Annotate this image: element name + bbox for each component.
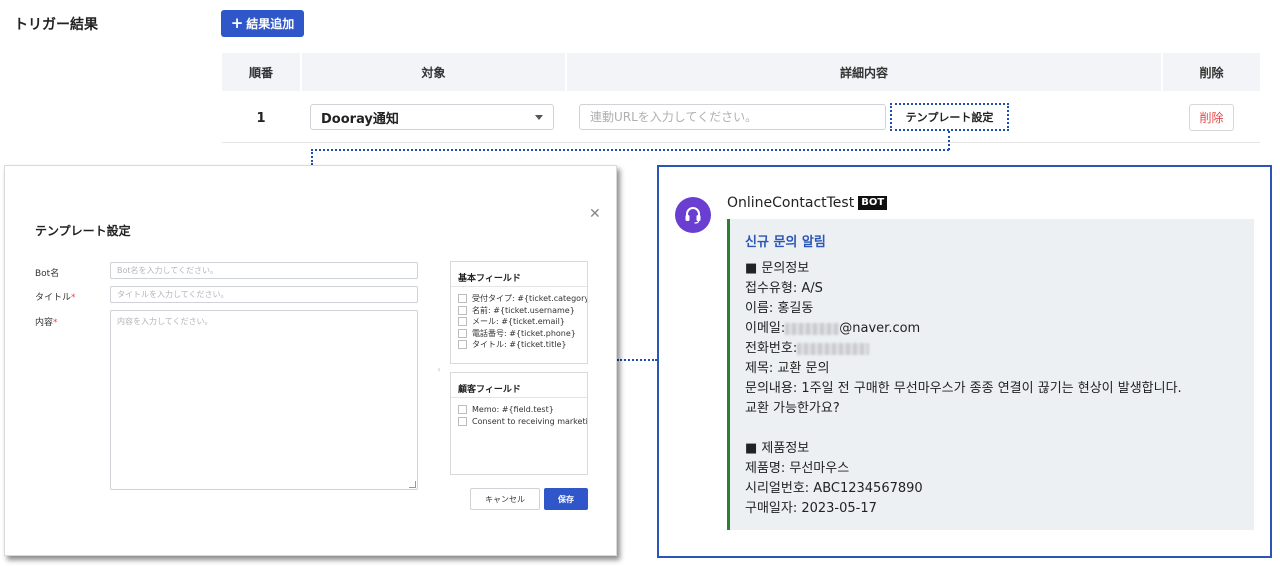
content-textarea[interactable] bbox=[110, 310, 418, 490]
plus-icon: + bbox=[230, 14, 244, 32]
title-label: タイトル* bbox=[35, 293, 76, 303]
header-order: 順番 bbox=[222, 53, 300, 91]
add-result-button[interactable]: + 結果追加 bbox=[221, 10, 304, 37]
message-body: ■ 문의정보 접수유형: A/S 이름: 홍길동 이메일: @naver.com… bbox=[745, 259, 1250, 519]
bot-name-input[interactable] bbox=[110, 262, 418, 279]
checkbox[interactable] bbox=[458, 416, 467, 426]
checkbox[interactable] bbox=[458, 340, 467, 350]
customer-fields-title: 顧客フィールド bbox=[458, 385, 521, 395]
checkbox[interactable] bbox=[458, 328, 467, 338]
email-line: 이메일: @naver.com bbox=[745, 321, 921, 336]
customer-fields-panel: 顧客フィールド Memo: #{field.test} Consent to r… bbox=[450, 372, 588, 475]
headset-icon bbox=[685, 207, 701, 224]
avatar bbox=[675, 197, 711, 233]
section-heading: ■ 제품정보 bbox=[745, 441, 810, 456]
basic-field-item[interactable]: タイトル: #{ticket.title} bbox=[458, 339, 587, 351]
content-line: 문의내용: 1주일 전 구매한 무선마우스가 종종 연결이 끊기는 현상이 발생… bbox=[745, 381, 1182, 396]
basic-field-item[interactable]: 名前: #{ticket.username} bbox=[458, 305, 587, 317]
customer-field-item[interactable]: Memo: #{field.test} bbox=[458, 404, 587, 416]
section-heading: ■ 문의정보 bbox=[745, 261, 810, 276]
save-button[interactable]: 保存 bbox=[544, 488, 588, 510]
connector-line bbox=[948, 131, 950, 150]
message-card: 신규 문의 알림 ■ 문의정보 접수유형: A/S 이름: 홍길동 이메일: @… bbox=[727, 219, 1254, 530]
target-select-value: Dooray通知 bbox=[321, 111, 399, 127]
redacted-blur bbox=[797, 343, 870, 355]
connector-line bbox=[311, 149, 949, 151]
checkbox[interactable] bbox=[458, 294, 467, 304]
basic-field-item[interactable]: 電話番号: #{ticket.phone} bbox=[458, 328, 587, 340]
content-line: 교환 가능한가요? bbox=[745, 401, 840, 416]
header-delete: 削除 bbox=[1163, 53, 1260, 91]
chevron-down-icon bbox=[535, 115, 543, 120]
date-line: 구매일자: 2023-05-17 bbox=[745, 501, 877, 516]
close-icon[interactable]: ✕ bbox=[589, 207, 601, 221]
content-label: 内容* bbox=[35, 318, 58, 328]
message-title: 신규 문의 알림 bbox=[745, 235, 826, 250]
divider bbox=[451, 397, 587, 398]
template-settings-modal: テンプレート設定 ✕ Bot名 タイトル* 内容* 基本フィールド 受付タイプ:… bbox=[4, 165, 617, 556]
row-number: 1 bbox=[256, 110, 266, 126]
basic-fields-panel: 基本フィールド 受付タイプ: #{ticket.category} 名前: #{… bbox=[450, 261, 588, 364]
phone-line: 전화번호: bbox=[745, 339, 1250, 359]
message-preview: OnlineContactTest BOT 신규 문의 알림 ■ 문의정보 접수… bbox=[657, 165, 1272, 558]
connector-line bbox=[311, 149, 313, 165]
resize-handle-icon[interactable] bbox=[409, 481, 416, 488]
table-header: 順番 対象 詳細内容 削除 bbox=[222, 53, 1260, 91]
chevron-left-icon[interactable]: ‹ bbox=[434, 363, 444, 375]
template-settings-button[interactable]: テンプレート設定 bbox=[890, 103, 1009, 131]
divider bbox=[451, 286, 587, 287]
customer-field-item[interactable]: Consent to receiving marketing bbox=[458, 416, 587, 428]
basic-fields-title: 基本フィールド bbox=[458, 274, 521, 284]
checkbox[interactable] bbox=[458, 305, 467, 315]
modal-title: テンプレート設定 bbox=[35, 224, 131, 238]
add-result-label: 結果追加 bbox=[246, 17, 295, 31]
checkbox[interactable] bbox=[458, 317, 467, 327]
url-input[interactable] bbox=[579, 104, 886, 130]
name-line: 이름: 홍길동 bbox=[745, 301, 814, 316]
subject-line: 제목: 교환 문의 bbox=[745, 361, 830, 376]
section-title: トリガー結果 bbox=[14, 17, 98, 33]
title-input[interactable] bbox=[110, 286, 418, 303]
connector-line bbox=[617, 359, 657, 361]
target-select[interactable]: Dooray通知 bbox=[310, 104, 554, 130]
bot-badge: BOT bbox=[858, 196, 888, 210]
delete-button[interactable]: 削除 bbox=[1189, 104, 1234, 131]
header-target: 対象 bbox=[302, 53, 565, 91]
bot-name-label: Bot名 bbox=[35, 269, 60, 279]
basic-field-item[interactable]: 受付タイプ: #{ticket.category} bbox=[458, 293, 587, 305]
header-details: 詳細内容 bbox=[567, 53, 1161, 91]
checkbox[interactable] bbox=[458, 405, 467, 415]
serial-line: 시리얼번호: ABC1234567890 bbox=[745, 481, 923, 496]
sender-name: OnlineContactTest bbox=[727, 195, 855, 211]
redacted-blur bbox=[785, 323, 840, 335]
row-divider bbox=[222, 142, 1260, 143]
sender: OnlineContactTest BOT bbox=[727, 195, 888, 211]
type-line: 접수유형: A/S bbox=[745, 281, 823, 296]
product-line: 제품명: 무선마우스 bbox=[745, 461, 850, 476]
basic-field-item[interactable]: メール: #{ticket.email} bbox=[458, 316, 587, 328]
cancel-button[interactable]: キャンセル bbox=[470, 488, 540, 510]
